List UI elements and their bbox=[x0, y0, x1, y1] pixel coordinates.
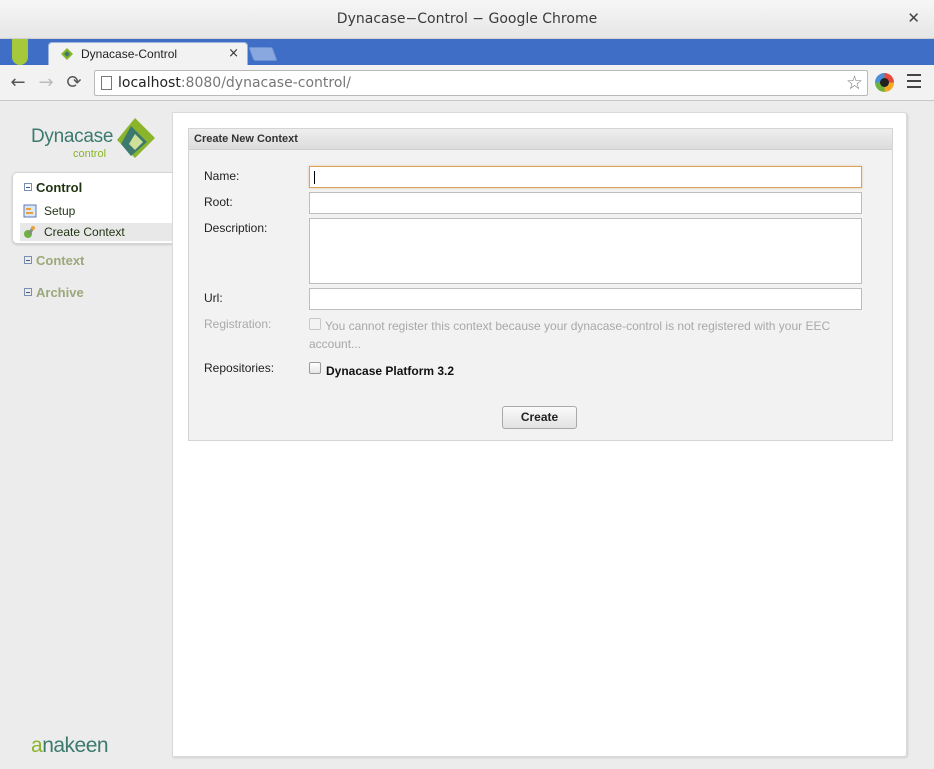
window-title: Dynacase−Control − Google Chrome bbox=[336, 11, 598, 27]
reload-button[interactable]: ⟳ bbox=[62, 71, 86, 95]
sidebar-item-create-context[interactable]: Create Context bbox=[20, 223, 173, 241]
control-section-header[interactable]: Control bbox=[24, 180, 82, 195]
collapse-icon bbox=[24, 288, 32, 296]
create-context-form: Create New Context Name: Root: Descripti… bbox=[188, 128, 893, 441]
new-tab-button[interactable] bbox=[248, 47, 278, 61]
brand-letter: a bbox=[31, 734, 43, 757]
profile-icon bbox=[12, 39, 28, 65]
browser-toolbar: ← → ⟳ localhost:8080/dynacase-control/ ☆ bbox=[0, 65, 934, 101]
address-bar[interactable]: localhost:8080/dynacase-control/ ☆ bbox=[94, 70, 868, 96]
control-panel: Control Setup Create Context bbox=[12, 172, 173, 244]
url-path: :8080/dynacase-control/ bbox=[180, 75, 352, 91]
brand-rest: nakeen bbox=[42, 734, 109, 757]
page-icon bbox=[101, 76, 112, 90]
collapse-icon bbox=[24, 183, 32, 191]
name-input[interactable] bbox=[309, 166, 862, 188]
create-context-icon bbox=[24, 226, 35, 238]
dynacase-logo: Dynacase control bbox=[31, 116, 161, 164]
repositories-label: Repositories: bbox=[204, 361, 275, 375]
archive-section-header[interactable]: Archive bbox=[24, 285, 84, 300]
bookmark-star-icon[interactable]: ☆ bbox=[846, 72, 863, 94]
archive-section-title: Archive bbox=[36, 285, 84, 300]
browser-tab[interactable]: Dynacase-Control × bbox=[48, 42, 248, 65]
anakeen-brand: anakeen bbox=[31, 734, 109, 758]
form-header: Create New Context bbox=[189, 129, 892, 150]
control-section-title: Control bbox=[36, 180, 83, 195]
url-label: Url: bbox=[204, 291, 223, 305]
url-input[interactable] bbox=[309, 288, 862, 310]
url-text: localhost:8080/dynacase-control/ bbox=[118, 75, 351, 91]
logo-word: Dynacase bbox=[31, 126, 114, 147]
tab-close-icon[interactable]: × bbox=[228, 46, 239, 61]
forward-button[interactable]: → bbox=[34, 71, 58, 95]
extension-icon[interactable] bbox=[875, 73, 894, 92]
repository-checkbox[interactable] bbox=[309, 362, 321, 374]
tab-title: Dynacase-Control bbox=[81, 47, 178, 61]
hamburger-menu-icon[interactable] bbox=[907, 74, 921, 90]
main-panel: Create New Context Name: Root: Descripti… bbox=[172, 112, 907, 757]
form-title: Create New Context bbox=[194, 133, 298, 145]
description-textarea[interactable] bbox=[309, 218, 862, 284]
window-close-button[interactable]: ✕ bbox=[907, 9, 920, 27]
logo-sub: control bbox=[73, 148, 107, 160]
window-title-bar: Dynacase−Control − Google Chrome ✕ bbox=[0, 0, 934, 39]
logo-mark-icon bbox=[117, 118, 155, 158]
collapse-icon bbox=[24, 256, 32, 264]
url-host: localhost bbox=[118, 75, 181, 91]
tab-strip: Dynacase-Control × bbox=[0, 39, 934, 65]
root-input[interactable] bbox=[309, 192, 862, 214]
create-button[interactable]: Create bbox=[502, 406, 577, 429]
setup-icon bbox=[23, 204, 37, 218]
root-label: Root: bbox=[204, 195, 233, 209]
registration-message: You cannot register this context because… bbox=[309, 319, 831, 351]
sidebar-item-label: Create Context bbox=[44, 225, 125, 239]
description-label: Description: bbox=[204, 221, 268, 235]
name-label: Name: bbox=[204, 169, 240, 183]
profile-tab-area bbox=[0, 39, 48, 65]
sidebar-item-setup[interactable]: Setup bbox=[20, 202, 173, 220]
context-section-title: Context bbox=[36, 253, 85, 268]
repository-label: Dynacase Platform 3.2 bbox=[326, 364, 455, 378]
sidebar-item-label: Setup bbox=[44, 204, 76, 218]
registration-label: Registration: bbox=[204, 317, 272, 331]
context-section-header[interactable]: Context bbox=[24, 253, 84, 268]
dynacase-favicon-icon bbox=[61, 48, 73, 60]
page-content: Dynacase control Control Setup Create Co… bbox=[1, 102, 933, 768]
back-button[interactable]: ← bbox=[6, 71, 30, 95]
